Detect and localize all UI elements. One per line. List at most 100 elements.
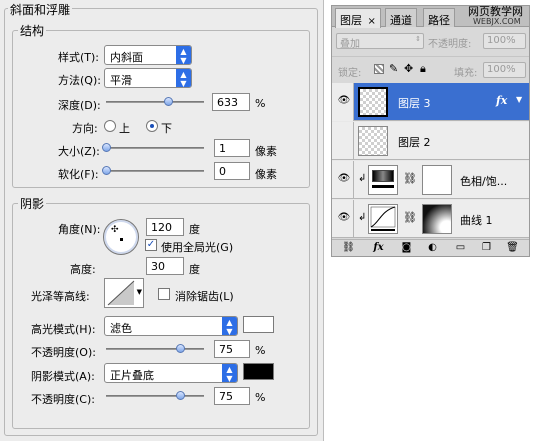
chevron-updown-icon: ▲ ▼ [176, 46, 191, 65]
highlight-opacity-slider[interactable] [106, 348, 204, 350]
angle-unit: 度 [189, 223, 200, 236]
tab-paths-label: 路径 [428, 14, 450, 27]
clip-arrow-icon: ↲ [358, 212, 367, 223]
angle-input[interactable]: 120 [146, 218, 184, 236]
layer-row[interactable]: 👁︎ 图层 3 fx ▼ [332, 83, 529, 121]
angle-dial[interactable]: ✣ [103, 219, 139, 255]
new-group-icon[interactable]: ▭ [454, 242, 467, 254]
layer-list: 👁︎ 图层 3 fx ▼ 图层 2 👁︎ ↲ ⛓︎ 色相/饱... 👁︎ ↲ ⛓… [332, 83, 529, 238]
technique-label: 方法(Q): [58, 74, 101, 87]
layer-name[interactable]: 色相/饱... [460, 173, 507, 189]
tab-paths[interactable]: 路径 [423, 8, 455, 27]
anti-aliased-checkbox[interactable] [158, 288, 170, 300]
chevron-down-icon[interactable]: ▼ [516, 95, 522, 104]
tab-layers-label: 图层 [340, 14, 362, 27]
size-input[interactable]: 1 [214, 139, 250, 157]
direction-down-radio[interactable] [146, 120, 158, 132]
angle-label: 角度(N): [58, 223, 101, 236]
layer-name[interactable]: 图层 3 [398, 95, 431, 111]
new-layer-icon[interactable]: ❐ [480, 242, 493, 254]
lock-brush-icon[interactable]: ✎ [389, 62, 398, 75]
direction-label: 方向: [72, 122, 98, 135]
gloss-contour-picker[interactable]: ▼ [104, 278, 144, 308]
panel-footer: ⛓︎ fx ◙ ◐ ▭ ❐ 🗑︎ [332, 239, 529, 256]
mask-thumbnail [422, 165, 452, 195]
lock-move-icon[interactable]: ✥ [404, 62, 413, 75]
visibility-toggle[interactable]: 👁︎ [332, 83, 354, 121]
blend-row: 叠加 ⇕ 不透明度: 100% [332, 29, 529, 54]
highlight-opacity-slider-thumb[interactable] [176, 344, 185, 353]
highlight-mode-label: 高光模式(H): [31, 323, 96, 336]
opacity-input[interactable]: 100% [483, 33, 526, 49]
layer-thumbnail [358, 126, 388, 156]
tab-layers[interactable]: 图层 × [335, 8, 381, 28]
highlight-mode-value: 滤色 [110, 322, 132, 335]
layer-name[interactable]: 曲线 1 [460, 212, 493, 228]
highlight-color-swatch[interactable] [243, 316, 274, 333]
style-select[interactable]: 内斜面 ▲ ▼ [104, 45, 192, 65]
altitude-input[interactable]: 30 [146, 257, 184, 275]
highlight-mode-select[interactable]: 滤色 ▲ ▼ [104, 316, 238, 336]
shadow-opacity-label: 不透明度(C): [31, 393, 95, 406]
blend-mode-select[interactable]: 叠加 ⇕ [336, 33, 424, 50]
direction-up-label: 上 [119, 122, 130, 135]
global-light-checkbox[interactable]: ✓ [145, 239, 157, 251]
visibility-toggle[interactable]: 👁︎ [332, 200, 354, 238]
gloss-contour-label: 光泽等高线: [31, 290, 90, 303]
visibility-toggle[interactable] [332, 122, 354, 160]
fill-label: 填充: [454, 68, 478, 79]
depth-slider-thumb[interactable] [164, 97, 173, 106]
chain-link-icon[interactable]: ⛓︎ [403, 211, 417, 224]
opacity-label: 不透明度: [428, 39, 472, 50]
lock-all-icon[interactable]: 🔒︎ [420, 62, 426, 76]
eye-icon: 👁︎ [337, 212, 351, 223]
anti-aliased-label: 消除锯齿(L) [175, 290, 234, 303]
eye-icon: 👁︎ [337, 95, 351, 106]
shadow-color-swatch[interactable] [243, 363, 274, 380]
link-layers-icon[interactable]: ⛓︎ [342, 242, 355, 254]
depth-slider[interactable] [106, 101, 204, 103]
depth-unit: % [255, 97, 266, 110]
soften-slider-thumb[interactable] [102, 166, 111, 175]
add-mask-icon[interactable]: ◙ [400, 242, 413, 254]
shadow-mode-value: 正片叠底 [110, 369, 154, 382]
contour-preview-icon [107, 280, 135, 306]
size-label: 大小(Z): [58, 145, 100, 158]
soften-input[interactable]: 0 [214, 162, 250, 180]
fx-icon[interactable]: fx [496, 94, 507, 107]
fx-icon[interactable]: fx [372, 242, 385, 254]
layer-row[interactable]: 👁︎ ↲ ⛓︎ 曲线 1 [332, 200, 529, 238]
adjustment-layer-icon[interactable]: ◐ [426, 242, 439, 254]
technique-select[interactable]: 平滑 ▲ ▼ [104, 68, 192, 88]
soften-slider[interactable] [106, 170, 204, 172]
chevron-updown-icon: ▲ ▼ [176, 69, 191, 88]
close-icon[interactable]: × [368, 16, 376, 27]
watermark-url: WEBJX.COM [473, 17, 521, 26]
clip-arrow-icon: ↲ [358, 173, 367, 184]
lock-label: 锁定: [338, 68, 362, 79]
chain-link-icon[interactable]: ⛓︎ [403, 172, 417, 185]
tab-channels[interactable]: 通道 [385, 8, 417, 27]
highlight-opacity-input[interactable]: 75 [214, 340, 250, 358]
size-slider-thumb[interactable] [102, 143, 111, 152]
layer-style-dialog: 斜面和浮雕 结构 样式(T): 内斜面 ▲ ▼ 方法(Q): 平滑 ▲ ▼ 深度(D… [0, 0, 324, 441]
layer-row[interactable]: 图层 2 [332, 122, 529, 160]
direction-up-radio[interactable] [104, 120, 116, 132]
crosshair-icon: ✣ [111, 225, 119, 235]
direction-down-label: 下 [161, 122, 172, 135]
layer-row[interactable]: 👁︎ ↲ ⛓︎ 色相/饱... [332, 161, 529, 199]
shadow-opacity-slider[interactable] [106, 395, 204, 397]
shadow-opacity-input[interactable]: 75 [214, 387, 250, 405]
trash-icon[interactable]: 🗑︎ [506, 242, 519, 254]
depth-input[interactable]: 633 [212, 93, 250, 111]
adjustment-thumbnail [368, 165, 398, 195]
shadow-opacity-slider-thumb[interactable] [176, 391, 185, 400]
shadow-mode-select[interactable]: 正片叠底 ▲ ▼ [104, 363, 238, 383]
lock-transparent-icon[interactable] [374, 64, 384, 74]
highlight-opacity-unit: % [255, 344, 266, 357]
chevron-updown-icon: ▲ ▼ [222, 364, 237, 383]
size-slider[interactable] [106, 147, 204, 149]
fill-input[interactable]: 100% [483, 62, 526, 78]
visibility-toggle[interactable]: 👁︎ [332, 161, 354, 199]
layer-name[interactable]: 图层 2 [398, 134, 431, 150]
